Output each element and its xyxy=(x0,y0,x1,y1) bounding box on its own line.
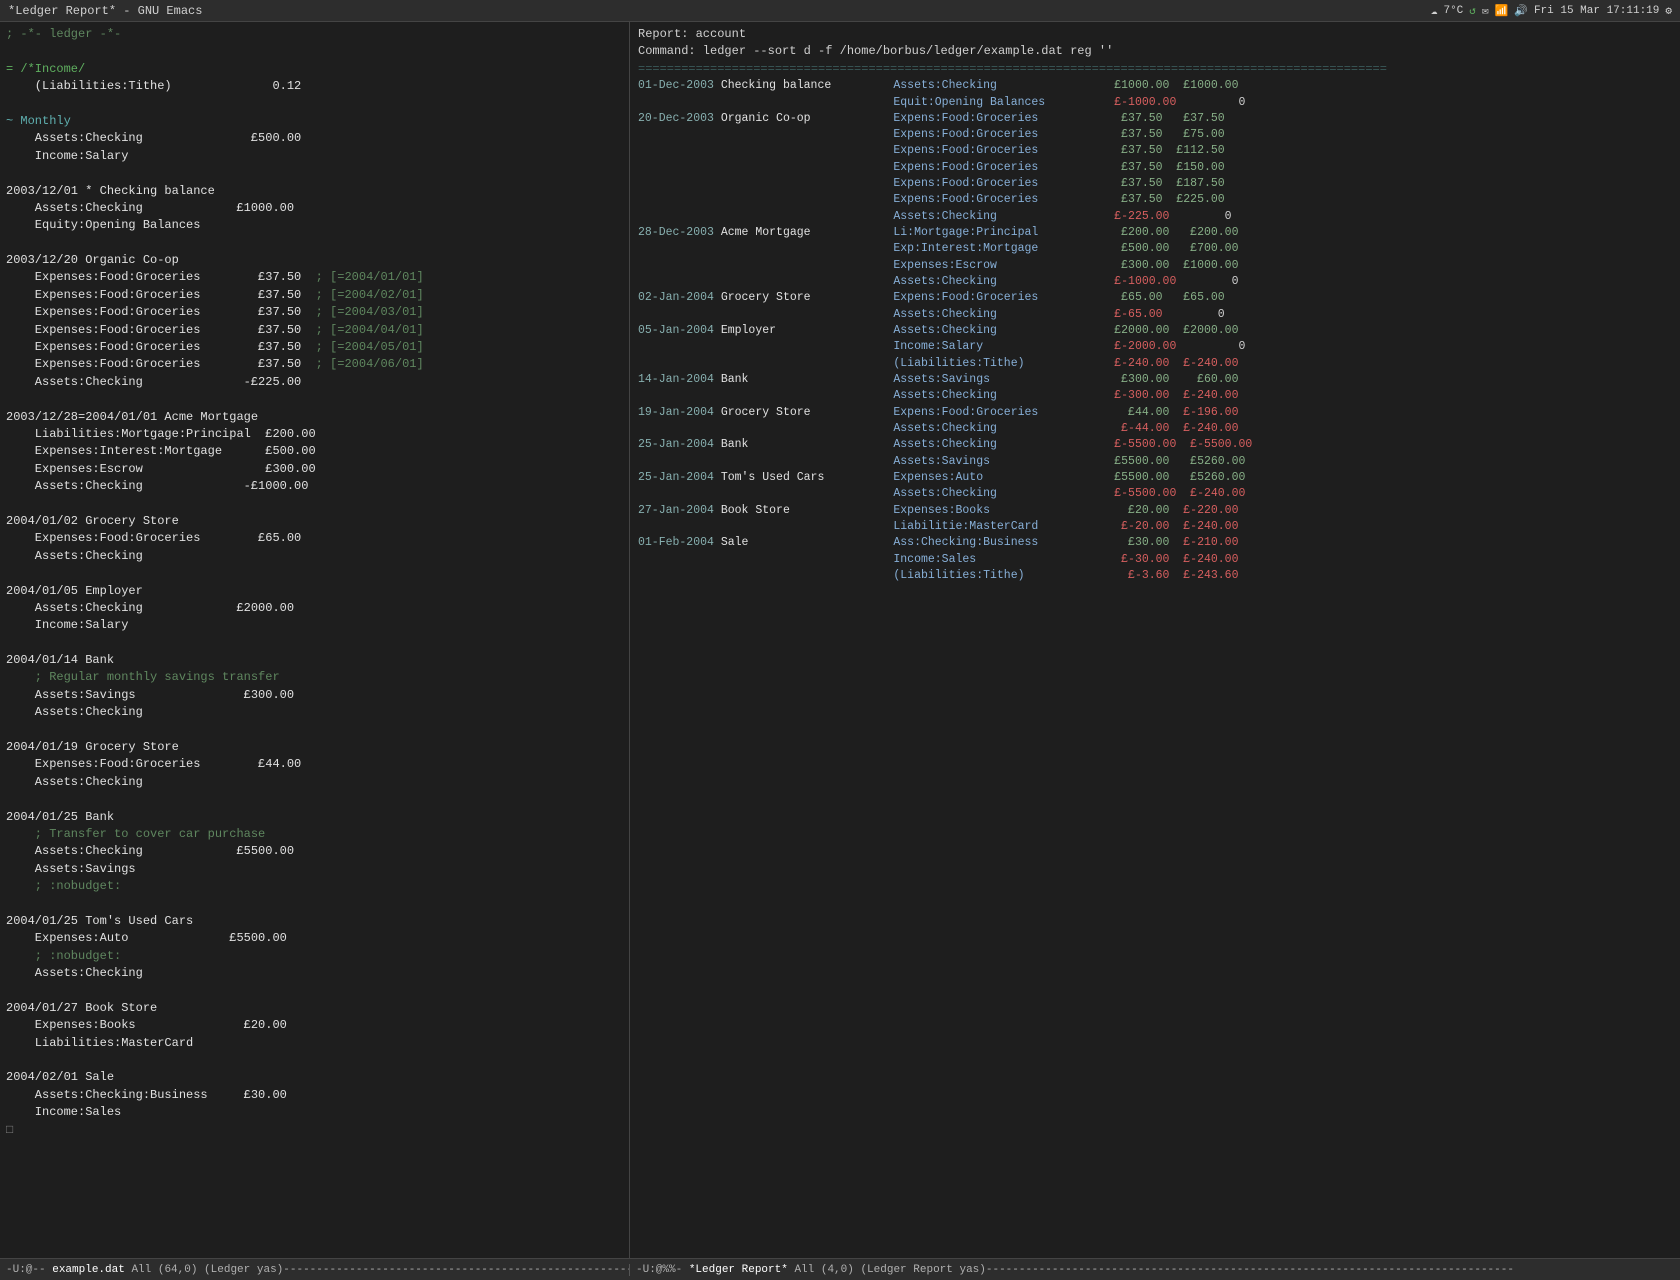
report-title: Report: account xyxy=(638,26,1672,43)
datetime: Fri 15 Mar 17:11:19 xyxy=(1534,5,1659,17)
title-bar-left: *Ledger Report* - GNU Emacs xyxy=(8,4,202,18)
status-left-text: -U:@-- example.dat All (64,0) (Ledger ya… xyxy=(6,1264,630,1276)
divider: ========================================… xyxy=(638,61,1672,78)
command-line: Command: ledger --sort d -f /home/borbus… xyxy=(638,43,1672,60)
right-pane: Report: account Command: ledger --sort d… xyxy=(630,22,1680,1258)
status-right-text: -U:@%%- *Ledger Report* All (4,0) (Ledge… xyxy=(636,1264,1514,1276)
left-pane: ; -*- ledger -*- = /*Income/ (Liabilitie… xyxy=(0,22,630,1258)
status-bar: -U:@-- example.dat All (64,0) (Ledger ya… xyxy=(0,1258,1680,1280)
refresh-icon[interactable]: ↺ xyxy=(1469,4,1476,18)
settings-icon[interactable]: ⚙ xyxy=(1665,4,1672,18)
mail-icon[interactable]: ✉ xyxy=(1482,4,1489,18)
status-left: -U:@-- example.dat All (64,0) (Ledger ya… xyxy=(0,1264,630,1276)
status-right: -U:@%%- *Ledger Report* All (4,0) (Ledge… xyxy=(630,1264,1680,1276)
title-bar-right: ☁ 7°C ↺ ✉ 📶 🔊 Fri 15 Mar 17:11:19 ⚙ xyxy=(1431,4,1672,18)
ledger-report-content: 01-Dec-2003 Checking balance Assets:Chec… xyxy=(638,78,1672,584)
ledger-source: ; -*- ledger -*- = /*Income/ (Liabilitie… xyxy=(6,26,623,1139)
title-bar: *Ledger Report* - GNU Emacs ☁ 7°C ↺ ✉ 📶 … xyxy=(0,0,1680,22)
cloud-icon: ☁ xyxy=(1431,4,1438,18)
temperature: 7°C xyxy=(1443,5,1463,17)
report-header: Report: account Command: ledger --sort d… xyxy=(638,26,1672,78)
volume-icon: 🔊 xyxy=(1514,4,1528,18)
main-container: ; -*- ledger -*- = /*Income/ (Liabilitie… xyxy=(0,22,1680,1258)
window-title: *Ledger Report* - GNU Emacs xyxy=(8,4,202,18)
network-icon: 📶 xyxy=(1495,4,1509,18)
